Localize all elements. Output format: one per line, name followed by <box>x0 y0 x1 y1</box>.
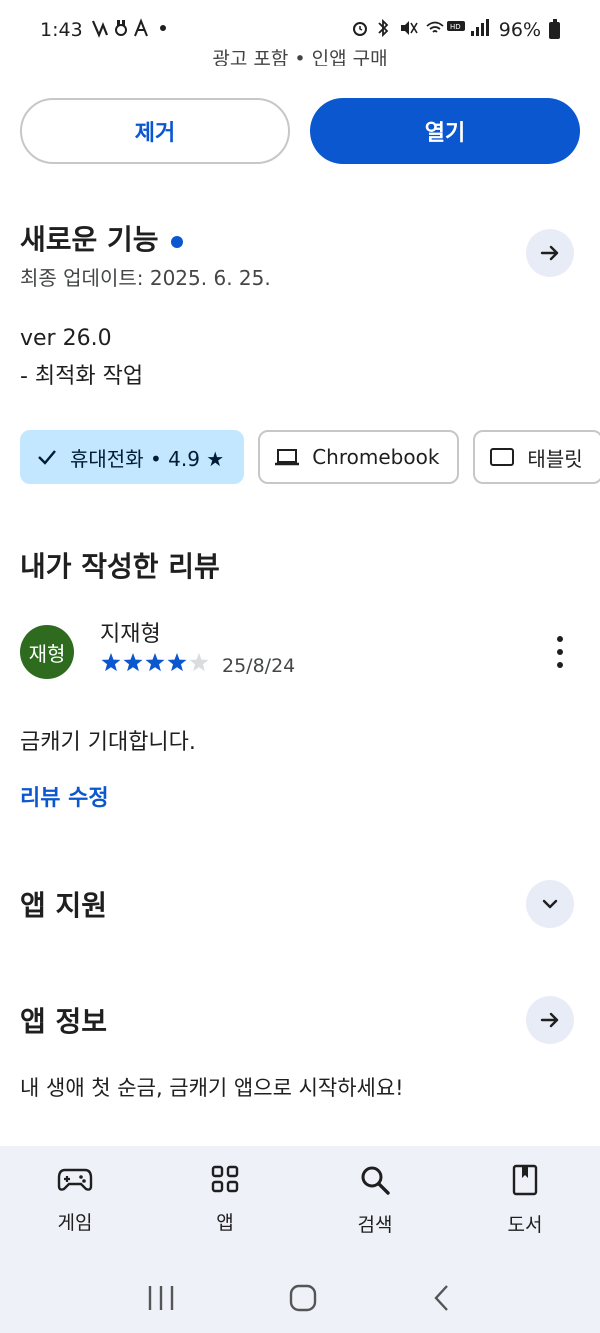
hd-voice-label: HD <box>450 23 461 31</box>
tablet-icon <box>489 446 515 468</box>
gamepad-icon <box>57 1168 93 1191</box>
arrow-right-icon <box>540 1012 559 1028</box>
chevron-down-icon <box>542 899 558 909</box>
chip-tablet[interactable]: 태블릿 <box>473 430 600 484</box>
nav-label: 검색 <box>357 1214 393 1236</box>
star-filled-icon <box>145 653 165 672</box>
nav-label: 앱 <box>216 1212 234 1234</box>
battery-icon <box>549 18 560 39</box>
device-chips: 휴대전화 • 4.9 ★ Chromebook 태블릿 <box>20 430 600 484</box>
status-left: 1:43 <box>40 17 171 44</box>
battery-percent: 96% <box>498 19 541 41</box>
new-indicator-dot <box>170 235 183 248</box>
apps-grid-icon <box>211 1165 239 1193</box>
search-icon <box>361 1166 390 1195</box>
chip-label: 휴대전화 • 4.9 ★ <box>70 446 225 471</box>
app-support-expand-button[interactable] <box>526 880 574 928</box>
more-options-button[interactable] <box>548 636 572 668</box>
book-icon <box>512 1164 538 1196</box>
review-date: 25/8/24 <box>222 655 296 677</box>
back-button[interactable] <box>430 1283 454 1317</box>
star-filled-icon <box>167 653 187 672</box>
nav-search[interactable]: 검색 <box>315 1164 435 1266</box>
nav-label: 도서 <box>507 1214 543 1236</box>
status-time: 1:43 <box>40 19 83 41</box>
chip-label: 태블릿 <box>527 446 583 471</box>
chip-phone[interactable]: 휴대전화 • 4.9 ★ <box>20 430 245 484</box>
app-description: 내 생애 첫 순금, 금캐기 앱으로 시작하세요! <box>20 1076 404 1100</box>
app-support-title[interactable]: 앱 지원 <box>20 884 107 924</box>
nav-label: 게임 <box>57 1212 93 1234</box>
nav-games[interactable]: 게임 <box>15 1164 135 1266</box>
release-note-line: - 최적화 작업 <box>20 364 144 389</box>
star-empty-icon <box>189 653 209 672</box>
star-filled-icon <box>123 653 143 672</box>
app-meta-partial: 광고 포함 • 인앱 구매 <box>212 48 388 66</box>
my-review-title: 내가 작성한 리뷰 <box>20 550 220 583</box>
back-icon <box>434 1284 448 1311</box>
whats-new-header[interactable]: 새로운 기능 <box>20 218 183 258</box>
recent-apps-button[interactable] <box>146 1284 176 1316</box>
review-text: 금캐기 기대합니다. <box>20 730 196 755</box>
stars-svg <box>101 653 209 672</box>
app-info-arrow-button[interactable] <box>526 996 574 1044</box>
open-button[interactable]: 열기 <box>310 98 580 164</box>
chip-chromebook[interactable]: Chromebook <box>258 430 460 484</box>
system-navigation-bar <box>0 1266 600 1333</box>
status-right: HD 96% <box>351 17 560 44</box>
last-updated: 최종 업데이트: 2025. 6. 25. <box>20 266 271 290</box>
whats-new-title: 새로운 기능 <box>20 223 159 256</box>
dot-icon <box>557 649 563 655</box>
rating-stars <box>100 652 210 674</box>
whats-new-arrow-button[interactable] <box>526 229 574 277</box>
check-icon <box>36 446 58 468</box>
recent-apps-icon <box>148 1285 174 1310</box>
laptop-icon <box>274 446 300 468</box>
release-notes: ver 26.0 - 최적화 작업 <box>20 320 143 396</box>
star-filled-icon <box>101 653 121 672</box>
home-icon <box>289 1284 317 1311</box>
bottom-navigation: 게임 앱 검색 도서 <box>0 1146 600 1266</box>
remove-button[interactable]: 제거 <box>20 98 290 164</box>
edit-review-link[interactable]: 리뷰 수정 <box>20 780 109 812</box>
avatar: 재형 <box>20 625 74 679</box>
system-icons: HD <box>351 17 491 44</box>
nav-books[interactable]: 도서 <box>465 1164 585 1266</box>
reviewer-name: 지재형 <box>100 622 161 647</box>
arrow-right-icon <box>540 245 559 261</box>
notification-icons <box>91 17 171 44</box>
app-info-title[interactable]: 앱 정보 <box>20 1000 107 1040</box>
dot-icon <box>557 636 563 642</box>
chip-label: Chromebook <box>312 445 440 469</box>
nav-apps[interactable]: 앱 <box>165 1164 285 1266</box>
version-label: ver 26.0 <box>20 326 112 351</box>
dot-icon <box>557 662 563 668</box>
action-buttons: 제거 열기 <box>20 98 580 164</box>
home-button[interactable] <box>288 1283 318 1317</box>
